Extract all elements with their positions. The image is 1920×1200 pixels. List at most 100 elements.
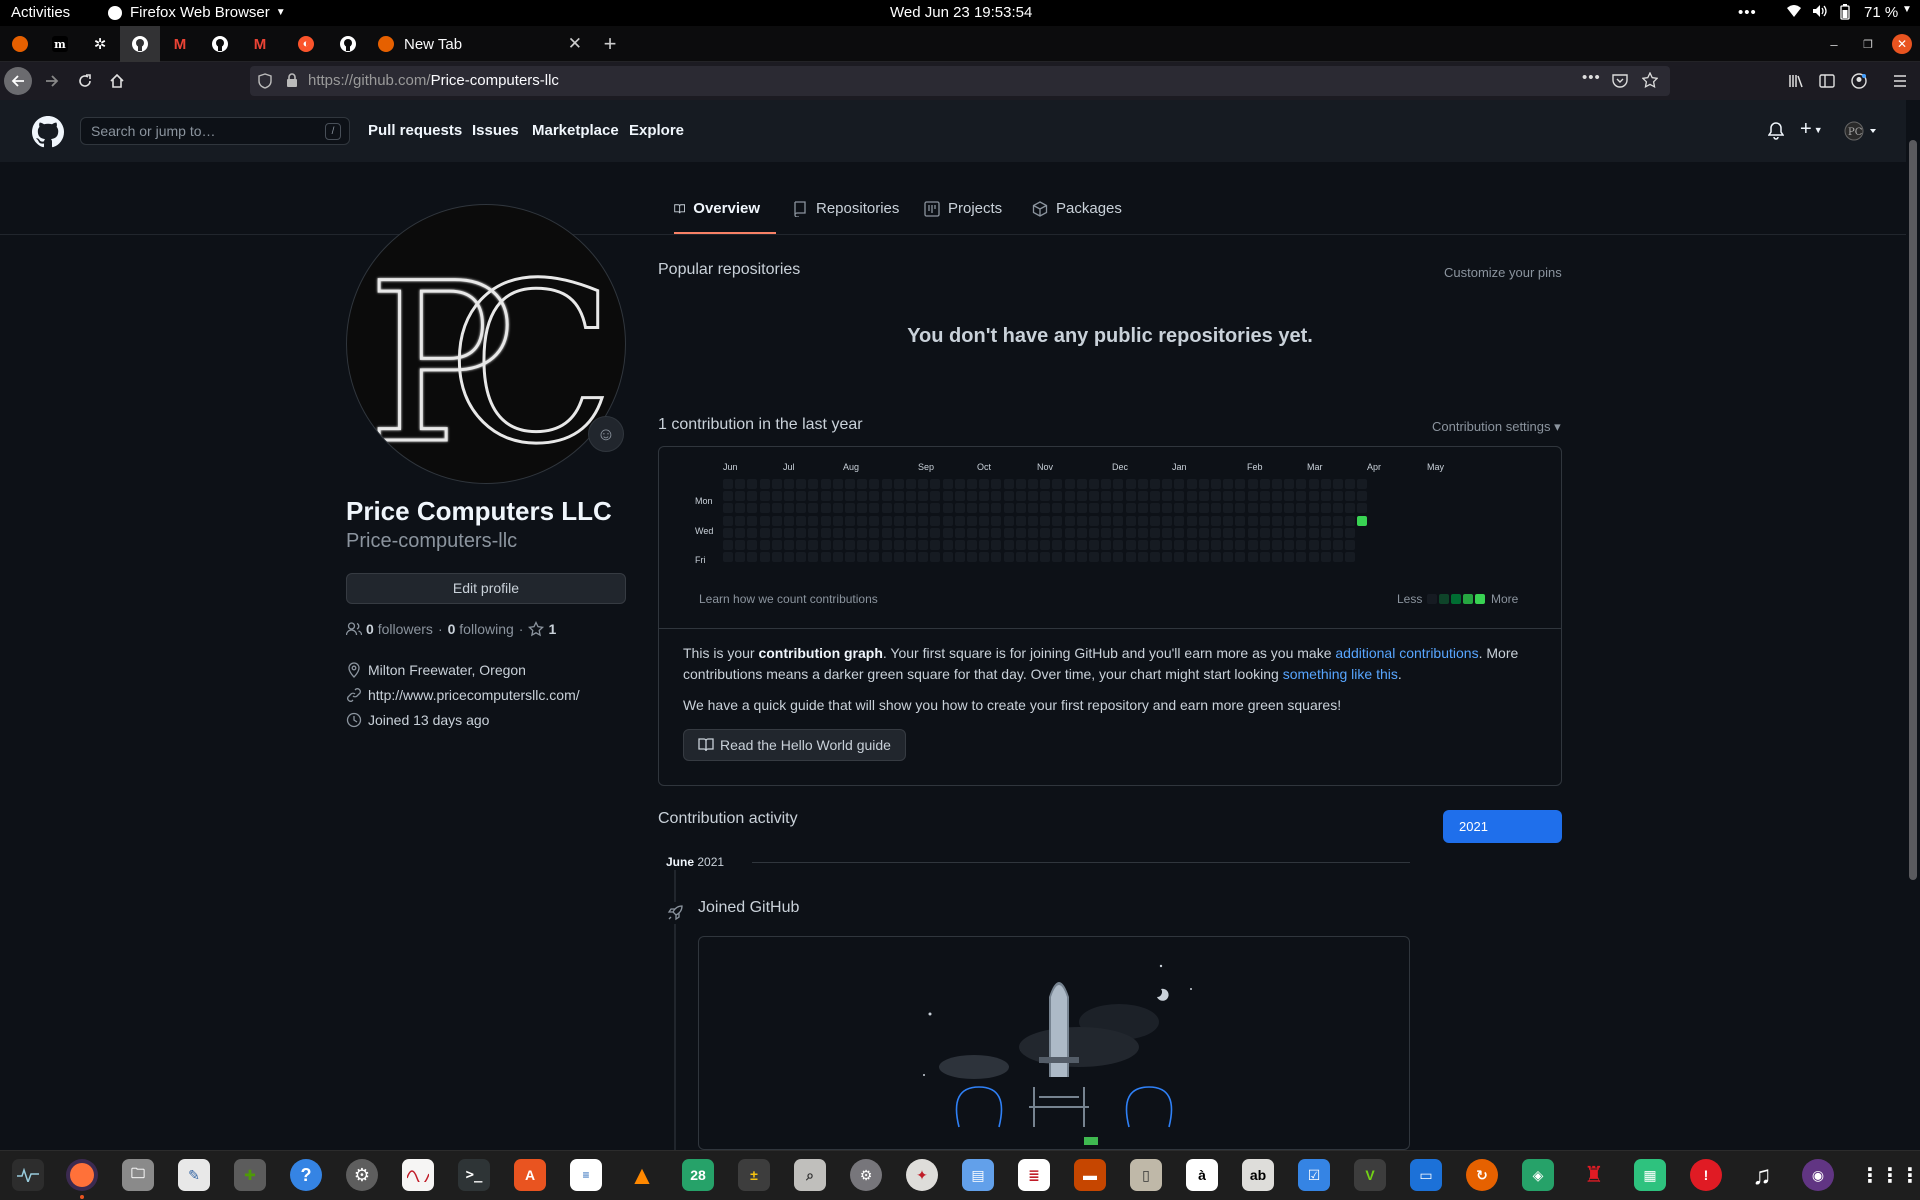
contribution-cell[interactable]: [1357, 515, 1368, 526]
contribution-cell[interactable]: [991, 552, 1002, 563]
pinned-tab-github-2[interactable]: [200, 26, 240, 62]
contribution-cell[interactable]: [1137, 491, 1148, 502]
writer-icon[interactable]: ≡: [570, 1159, 602, 1191]
contribution-cell[interactable]: [1259, 552, 1270, 563]
contribution-cell[interactable]: [1076, 491, 1087, 502]
contribution-cell[interactable]: [1040, 503, 1051, 514]
stars-link[interactable]: 1: [528, 621, 556, 637]
contribution-cell[interactable]: [784, 491, 794, 502]
files-icon[interactable]: 🗀: [122, 1159, 154, 1191]
contribution-cell[interactable]: [1235, 527, 1246, 538]
contribution-cell[interactable]: [1125, 552, 1136, 563]
help-icon[interactable]: ?: [290, 1159, 322, 1191]
contribution-cell[interactable]: [942, 540, 953, 550]
account-icon[interactable]: [1845, 67, 1873, 95]
close-window-icon[interactable]: ✕: [1892, 34, 1912, 54]
contribution-cell[interactable]: [967, 515, 977, 526]
contribution-cell[interactable]: [942, 515, 953, 526]
contribution-cell[interactable]: [1284, 515, 1295, 526]
contribution-cell[interactable]: [906, 540, 916, 550]
library-icon[interactable]: [1782, 67, 1810, 95]
contribution-cell[interactable]: [1198, 479, 1209, 489]
contribution-cell[interactable]: [723, 515, 733, 526]
contribution-cell[interactable]: [735, 552, 746, 563]
contribution-cell[interactable]: [796, 491, 807, 502]
screenshot-icon[interactable]: ◉: [1802, 1159, 1834, 1191]
contribution-cell[interactable]: [857, 491, 868, 502]
contribution-cell[interactable]: [1211, 527, 1221, 538]
tab-projects[interactable]: Projects: [924, 200, 1002, 234]
contribution-cell[interactable]: [1345, 491, 1356, 502]
contribution-cell[interactable]: [1162, 540, 1173, 550]
page-actions-icon[interactable]: •••: [1582, 69, 1601, 86]
contribution-cell[interactable]: [954, 552, 965, 563]
contribution-cell[interactable]: [747, 479, 758, 489]
contribution-cell[interactable]: [967, 491, 977, 502]
contribution-cell[interactable]: [1284, 527, 1295, 538]
music-icon[interactable]: ♫: [1746, 1159, 1778, 1191]
contribution-cell[interactable]: [1015, 552, 1026, 563]
contribution-cell[interactable]: [1064, 503, 1075, 514]
contribution-cell[interactable]: [1308, 552, 1319, 563]
wifi-icon[interactable]: [1786, 4, 1802, 18]
contribution-cell[interactable]: [747, 540, 758, 550]
contribution-cell[interactable]: [1235, 540, 1246, 550]
contribution-cell[interactable]: [1259, 479, 1270, 489]
contribution-cell[interactable]: [820, 503, 831, 514]
contribution-cell[interactable]: [991, 503, 1002, 514]
contribution-cell[interactable]: [1040, 527, 1051, 538]
contribution-cell[interactable]: [1320, 540, 1331, 550]
contribution-cell[interactable]: [845, 552, 855, 563]
contribution-cell[interactable]: [784, 552, 794, 563]
contribution-cell[interactable]: [1211, 540, 1221, 550]
vim-icon[interactable]: V: [1354, 1159, 1386, 1191]
contribution-cell[interactable]: [759, 515, 770, 526]
pinned-tab-medium[interactable]: m: [40, 26, 80, 62]
contribution-cell[interactable]: [979, 491, 990, 502]
contribution-cell[interactable]: [1333, 479, 1343, 489]
contribution-cell[interactable]: [1015, 503, 1026, 514]
contribution-cell[interactable]: [723, 552, 733, 563]
contribution-cell[interactable]: [991, 491, 1002, 502]
contribution-cell[interactable]: [759, 552, 770, 563]
contribution-cell[interactable]: [808, 491, 819, 502]
additional-contributions-link[interactable]: additional contributions: [1335, 645, 1478, 661]
contribution-cell[interactable]: [918, 540, 929, 550]
contribution-cell[interactable]: [1308, 491, 1319, 502]
contribution-cell[interactable]: [1076, 479, 1087, 489]
system-menu-caret-icon[interactable]: ▼: [1902, 4, 1912, 15]
edit-profile-button[interactable]: Edit profile: [346, 573, 626, 604]
contribution-cell[interactable]: [869, 503, 880, 514]
graph-app-icon[interactable]: [402, 1159, 434, 1191]
contribution-cell[interactable]: [1150, 552, 1160, 563]
contribution-cell[interactable]: [735, 515, 746, 526]
contribution-cell[interactable]: [1162, 552, 1173, 563]
contribution-cell[interactable]: [881, 552, 892, 563]
contribution-cell[interactable]: [954, 479, 965, 489]
tab-repositories[interactable]: Repositories: [792, 200, 899, 234]
pdf-icon[interactable]: ▬: [1074, 1159, 1106, 1191]
contribution-cell[interactable]: [918, 527, 929, 538]
contribution-cell[interactable]: [1150, 540, 1160, 550]
character-map-icon[interactable]: à: [1186, 1159, 1218, 1191]
profile-website[interactable]: http://www.pricecomputersllc.com/: [346, 687, 580, 703]
contribution-cell[interactable]: [1137, 552, 1148, 563]
remote-desktop-icon[interactable]: ▭: [1410, 1159, 1442, 1191]
mario-game-icon[interactable]: ♜: [1578, 1159, 1610, 1191]
contribution-cell[interactable]: [845, 479, 855, 489]
contribution-cell[interactable]: [857, 479, 868, 489]
contribution-cell[interactable]: [1028, 515, 1038, 526]
contribution-cell[interactable]: [1308, 540, 1319, 550]
app-menu[interactable]: Firefox Web Browser ▼: [108, 4, 286, 21]
contribution-cell[interactable]: [954, 540, 965, 550]
update-icon[interactable]: ↻: [1466, 1159, 1498, 1191]
contribution-cell[interactable]: [1320, 515, 1331, 526]
contribution-cell[interactable]: [991, 527, 1002, 538]
contribution-cell[interactable]: [1296, 527, 1307, 538]
contribution-cell[interactable]: [869, 540, 880, 550]
contribution-cell[interactable]: [1272, 491, 1282, 502]
contribution-cell[interactable]: [1125, 515, 1136, 526]
contribution-cell[interactable]: [784, 540, 794, 550]
contribution-cell[interactable]: [1015, 491, 1026, 502]
contribution-cell[interactable]: [1125, 479, 1136, 489]
